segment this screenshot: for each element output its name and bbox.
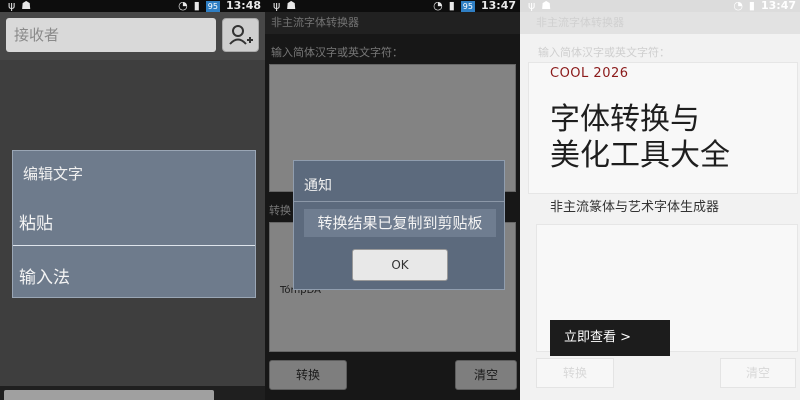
message-input[interactable] [4,390,214,400]
usb-icon: ψ [528,0,536,12]
add-contact-button[interactable] [222,18,259,52]
android-icon: ☗ [541,0,552,12]
promo-headline: 字体转换与 美化工具大全 [550,102,790,174]
menu-item-paste[interactable]: 粘贴 [19,209,53,234]
wifi-icon: ◔ [178,0,188,12]
compose-bar [0,386,265,400]
dialog-message: 转换结果已复制到剪贴板 [304,209,496,237]
usb-icon: ψ [273,0,281,12]
headline-line-1: 字体转换与 [550,102,700,137]
recipient-input[interactable]: 接收者 [6,18,216,52]
android-icon: ☗ [21,0,32,12]
menu-title: 编辑文字 [23,165,84,183]
menu-item-input-method[interactable]: 输入法 [19,263,70,288]
signal-icon: ▮ [193,0,200,12]
app-title: 非主流字体转换器 [520,12,800,34]
status-bar: ψ ☗ ◔ ▮ 13:47 [520,0,800,12]
wifi-icon: ◔ [433,0,443,12]
android-icon: ☗ [286,0,297,12]
signal-icon: ▮ [448,0,455,12]
add-contact-icon [229,25,253,45]
usb-icon: ψ [8,0,16,12]
headline-line-2: 美化工具大全 [550,138,730,173]
wifi-icon: ◔ [733,0,743,12]
notice-dialog: 通知 转换结果已复制到剪贴板 OK [293,160,505,290]
status-time: 13:48 [225,0,261,12]
status-bar: ψ ☗ ◔ ▮ 95 13:47 [265,0,520,12]
edit-text-menu: 编辑文字 粘贴 输入法 [12,150,256,298]
status-time: 13:47 [480,0,516,12]
promo-subhead: 非主流篆体与艺术字体生成器 [550,200,720,215]
dialog-divider [294,201,504,202]
brand-label: COOL 2026 [550,66,629,81]
dialog-title: 通知 [304,178,332,194]
status-time: 13:47 [760,0,796,12]
clear-button[interactable]: 清空 [720,358,796,388]
input-label: 输入简体汉字或英文字符： [538,46,670,59]
battery-icon: 95 [460,0,475,12]
ok-button[interactable]: OK [352,249,448,281]
signal-icon: ▮ [748,0,755,12]
panel-sms-compose: ψ ☗ ◔ ▮ 95 13:48 接收者 编辑文字 粘贴 输入法 [0,0,265,400]
status-bar: ψ ☗ ◔ ▮ 95 13:48 [0,0,265,12]
battery-icon: 95 [205,0,220,12]
view-now-button[interactable]: 立即查看 > [550,320,670,356]
panel-promo: ψ ☗ ◔ ▮ 13:47 非主流字体转换器 输入简体汉字或英文字符： 转换 清空… [520,0,800,400]
panel-converter-dialog: ψ ☗ ◔ ▮ 95 13:47 非主流字体转换器 输入简体汉字或英文字符： 转换… [265,0,520,400]
menu-divider [13,245,255,246]
convert-button[interactable]: 转换 [536,358,614,388]
